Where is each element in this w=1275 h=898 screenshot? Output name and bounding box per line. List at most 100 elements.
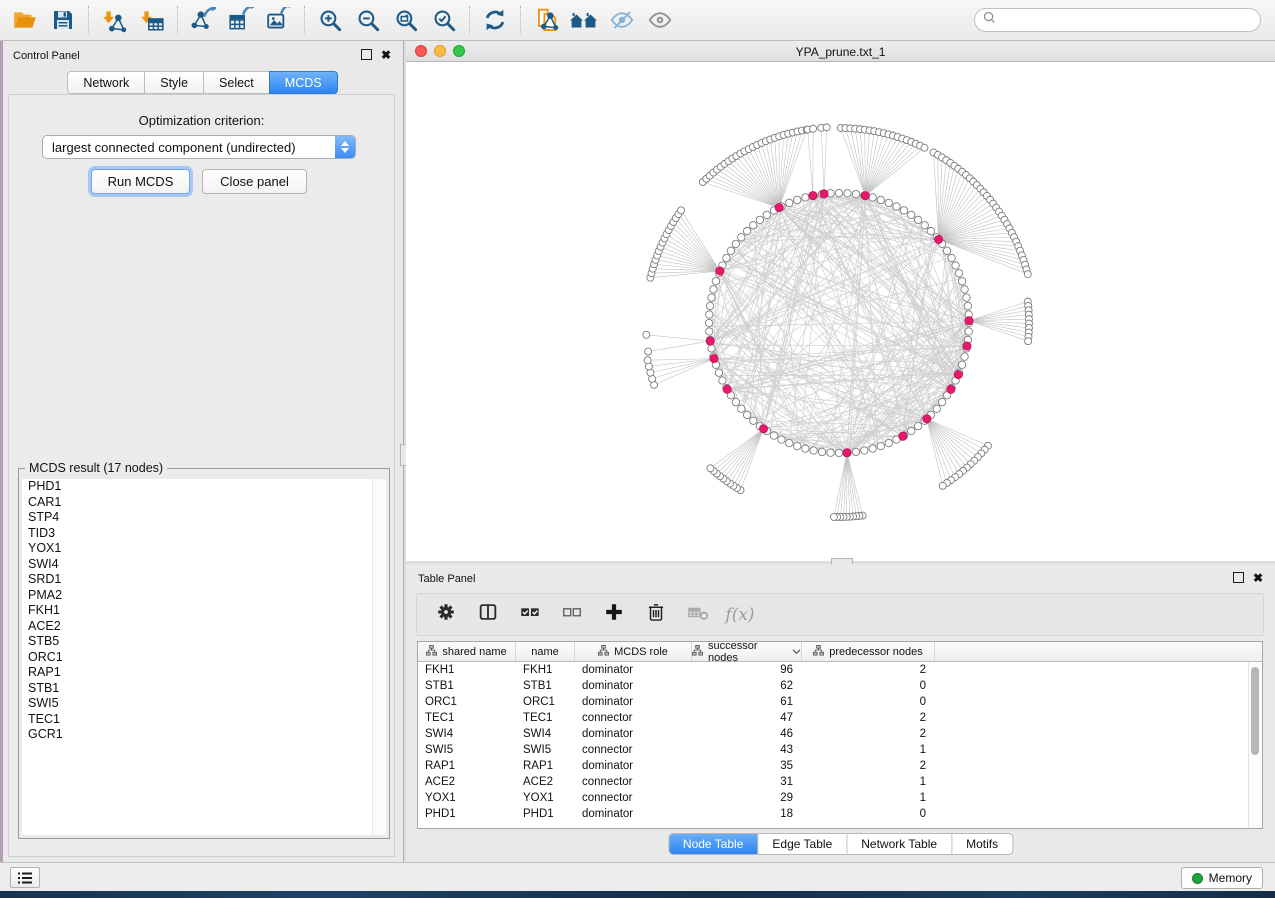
table-row[interactable]: PHD1PHD1dominator180	[418, 806, 1262, 822]
columns-icon	[477, 601, 499, 628]
memory-button[interactable]: Memory	[1181, 867, 1263, 889]
search-input[interactable]	[974, 8, 1261, 32]
mcds-node-item[interactable]: RAP1	[22, 665, 386, 681]
toolbar-show-all-button[interactable]	[644, 4, 676, 36]
toolbar-zoom-fit-button[interactable]	[390, 4, 422, 36]
toolbar-import-table-button[interactable]	[136, 4, 168, 36]
cell-successor-nodes: 46	[692, 728, 802, 740]
mcds-node-item[interactable]: ACE2	[22, 619, 386, 635]
cell-predecessor-nodes: 1	[802, 776, 935, 788]
table-row[interactable]: STB1STB1dominator620	[418, 678, 1262, 694]
toolbar-zoom-out-button[interactable]	[352, 4, 384, 36]
cell-MCDS-role: connector	[575, 776, 692, 788]
cell-name: TEC1	[516, 712, 575, 724]
mcds-node-item[interactable]: CAR1	[22, 495, 386, 511]
toolbar-export-network-button[interactable]	[187, 4, 219, 36]
task-history-button[interactable]	[10, 867, 40, 888]
tree-icon	[426, 645, 437, 659]
network-titlebar[interactable]: YPA_prune.txt_1	[406, 41, 1275, 62]
mcds-node-item[interactable]: PMA2	[22, 588, 386, 604]
tab-node-table[interactable]: Node Table	[669, 834, 758, 854]
first-neighbors-icon	[569, 8, 599, 32]
mcds-node-item[interactable]: SRD1	[22, 572, 386, 588]
mcds-node-item[interactable]: GCR1	[22, 727, 386, 743]
table-row[interactable]: YOX1YOX1connector291	[418, 790, 1262, 806]
table-row[interactable]: FKH1FKH1dominator962	[418, 662, 1262, 678]
tab-network[interactable]: Network	[67, 71, 145, 94]
table-row[interactable]: RAP1RAP1dominator352	[418, 758, 1262, 774]
toolbar-open-button[interactable]	[9, 4, 41, 36]
column-header-predecessor-nodes[interactable]: predecessor nodes	[802, 642, 935, 661]
tab-network-table[interactable]: Network Table	[846, 834, 951, 854]
delete-icon	[645, 601, 667, 628]
table-add-button[interactable]	[601, 602, 627, 628]
column-header-shared-name[interactable]: shared name	[418, 642, 516, 661]
status-bar: Memory	[0, 862, 1275, 891]
network-title: YPA_prune.txt_1	[406, 45, 1275, 59]
table-row[interactable]: SWI4SWI4dominator462	[418, 726, 1262, 742]
cell-name: ACE2	[516, 776, 575, 788]
float-panel-icon[interactable]	[361, 49, 372, 60]
mcds-node-item[interactable]: STB1	[22, 681, 386, 697]
table-row[interactable]: ORC1ORC1dominator610	[418, 694, 1262, 710]
toolbar-group	[304, 6, 469, 34]
mcds-node-item[interactable]: SWI4	[22, 557, 386, 573]
tab-style[interactable]: Style	[144, 71, 204, 94]
toolbar-export-image-button[interactable]	[263, 4, 295, 36]
table-settings-button[interactable]	[433, 602, 459, 628]
toolbar-first-neighbors-button[interactable]	[568, 4, 600, 36]
close-panel-icon[interactable]: ✖	[381, 50, 391, 60]
table-columns-button[interactable]	[475, 602, 501, 628]
column-header-name[interactable]: name	[516, 642, 575, 661]
tab-select[interactable]: Select	[203, 71, 270, 94]
toolbar-save-button[interactable]	[47, 4, 79, 36]
mcds-node-item[interactable]: SWI5	[22, 696, 386, 712]
column-header-successor-nodes[interactable]: successor nodes	[692, 642, 802, 661]
table-delete-button[interactable]	[643, 602, 669, 628]
close-panel-button[interactable]: Close panel	[202, 169, 307, 194]
tab-motifs[interactable]: Motifs	[951, 834, 1012, 854]
mcds-node-item[interactable]: YOX1	[22, 541, 386, 557]
toolbar-zoom-selected-button[interactable]	[428, 4, 460, 36]
float-panel-icon[interactable]	[1233, 572, 1244, 583]
export-image-icon	[266, 7, 292, 33]
tab-edge-table[interactable]: Edge Table	[757, 834, 846, 854]
toolbar-hide-selected-button[interactable]	[606, 4, 638, 36]
toolbar-refresh-button[interactable]	[479, 4, 511, 36]
table-scrollbar[interactable]	[1248, 662, 1262, 828]
mcds-list-scrollbar[interactable]	[372, 479, 386, 835]
column-header-MCDS-role[interactable]: MCDS role	[575, 642, 692, 661]
mcds-node-item[interactable]: ORC1	[22, 650, 386, 666]
run-mcds-button[interactable]: Run MCDS	[91, 169, 190, 194]
toolbar-duplicate-network-button[interactable]	[530, 4, 562, 36]
mcds-node-item[interactable]: FKH1	[22, 603, 386, 619]
search-icon	[983, 11, 996, 29]
cell-MCDS-role: dominator	[575, 728, 692, 740]
table-select-all-button[interactable]	[517, 602, 543, 628]
mcds-node-item[interactable]: PHD1	[22, 479, 386, 495]
mcds-node-item[interactable]: STB5	[22, 634, 386, 650]
tab-mcds[interactable]: MCDS	[269, 71, 338, 94]
node-table: shared namenameMCDS rolesuccessor nodesp…	[417, 641, 1263, 829]
criterion-dropdown[interactable]: largest connected component (undirected)	[42, 135, 356, 159]
show-all-icon	[647, 7, 673, 33]
mcds-node-item[interactable]: TEC1	[22, 712, 386, 728]
search-field[interactable]	[1001, 12, 1252, 28]
close-panel-icon[interactable]: ✖	[1253, 573, 1263, 583]
scrollbar-thumb[interactable]	[1251, 667, 1259, 755]
mcds-node-item[interactable]: STP4	[22, 510, 386, 526]
table-row[interactable]: SWI5SWI5connector431	[418, 742, 1262, 758]
cell-predecessor-nodes: 0	[802, 680, 935, 692]
dropdown-stepper-icon	[335, 136, 355, 158]
toolbar-zoom-in-button[interactable]	[314, 4, 346, 36]
mcds-node-item[interactable]: TID3	[22, 526, 386, 542]
network-canvas[interactable]	[406, 62, 1275, 561]
mcds-result-list[interactable]: PHD1CAR1STP4TID3YOX1SWI4SRD1PMA2FKH1ACE2…	[22, 479, 386, 835]
toolbar-export-table-button[interactable]	[225, 4, 257, 36]
toolbar-import-network-button[interactable]	[98, 4, 130, 36]
cell-successor-nodes: 35	[692, 760, 802, 772]
toolbar-group	[177, 6, 304, 34]
table-row[interactable]: ACE2ACE2connector311	[418, 774, 1262, 790]
table-deselect-all-button[interactable]	[559, 602, 585, 628]
table-row[interactable]: TEC1TEC1connector472	[418, 710, 1262, 726]
